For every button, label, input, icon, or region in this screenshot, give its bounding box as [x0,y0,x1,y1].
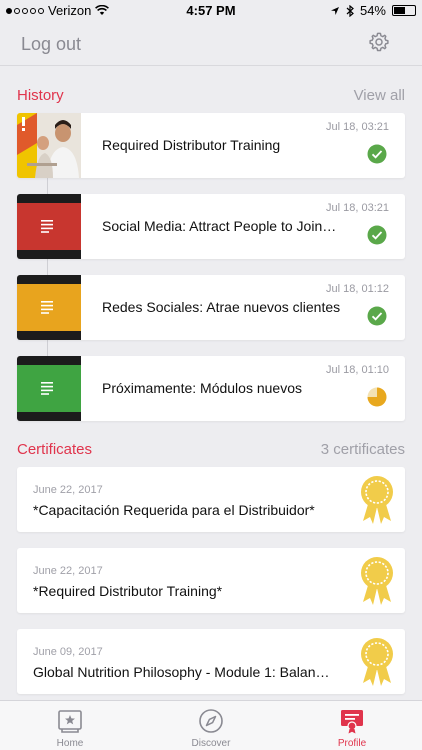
history-item-title: Social Media: Attract People to Join… [102,218,337,234]
certificate-date: June 22, 2017 [33,565,103,577]
history-item-date: Jul 18, 01:12 [326,283,389,295]
history-item[interactable]: Próximamente: Módulos nuevos Jul 18, 01:… [17,356,405,421]
document-icon [41,382,53,395]
course-thumbnail [17,113,81,178]
status-right-group: 54% [330,3,416,18]
course-thumbnail [17,275,81,340]
document-icon [41,301,53,314]
in-progress-pie-icon [367,387,387,407]
battery-percent: 54% [359,3,386,18]
certificates-count[interactable]: 3 certificates [321,441,405,458]
history-item-title: Required Distributor Training [102,137,281,153]
award-ribbon-icon [361,476,393,524]
certificate-date: June 22, 2017 [33,484,103,496]
history-item-date: Jul 18, 03:21 [326,202,389,214]
compass-icon [199,709,223,733]
history-item-date: Jul 18, 03:21 [326,121,389,133]
history-item-date: Jul 18, 01:10 [326,364,389,376]
view-all-link[interactable]: View all [354,87,405,104]
location-arrow-icon [330,6,339,15]
tab-bar: Home Discover Profile [0,700,422,750]
top-nav: Log out [0,22,422,66]
history-header: History View all [17,87,405,107]
tab-discover[interactable]: Discover [141,701,281,750]
certificate-date: June 09, 2017 [33,646,103,658]
gear-icon[interactable] [368,31,390,53]
history-title: History [17,87,64,104]
certificates-header: Certificates 3 certificates [17,441,405,461]
course-thumbnail [17,356,81,421]
history-item-title: Redes Sociales: Atrae nuevos clientes [102,299,341,315]
award-ribbon-icon [361,557,393,605]
check-circle-icon [367,225,387,245]
history-item[interactable]: Redes Sociales: Atrae nuevos clientes Ju… [17,275,405,340]
course-thumbnail [17,194,81,259]
check-circle-icon [367,144,387,164]
tab-profile-label: Profile [337,738,367,749]
check-circle-icon [367,306,387,326]
star-card-icon [58,710,82,733]
certificate-item[interactable]: June 22, 2017 *Required Distributor Trai… [17,548,405,613]
certificate-item[interactable]: June 22, 2017 *Capacitación Requerida pa… [17,467,405,532]
history-item[interactable]: Required Distributor Training Jul 18, 03… [17,113,405,178]
history-item[interactable]: Social Media: Attract People to Join… Ju… [17,194,405,259]
history-item-title: Próximamente: Módulos nuevos [102,380,302,396]
certificate-title: *Capacitación Requerida para el Distribu… [33,502,315,518]
tab-discover-label: Discover [191,738,231,749]
logout-button[interactable]: Log out [21,34,81,55]
bluetooth-icon [346,4,354,17]
tab-profile[interactable]: Profile [282,701,422,750]
tab-home[interactable]: Home [0,701,140,750]
battery-icon [392,5,416,16]
certificate-icon [341,710,363,734]
certificate-title: Global Nutrition Philosophy - Module 1: … [33,664,330,680]
award-ribbon-icon [361,638,393,686]
certificates-title: Certificates [17,441,93,458]
tab-home-label: Home [56,738,84,749]
certificate-item[interactable]: June 09, 2017 Global Nutrition Philosoph… [17,629,405,694]
status-bar: Verizon 4:57 PM 54% [0,0,422,22]
certificate-title: *Required Distributor Training* [33,583,223,599]
document-icon [41,220,53,233]
